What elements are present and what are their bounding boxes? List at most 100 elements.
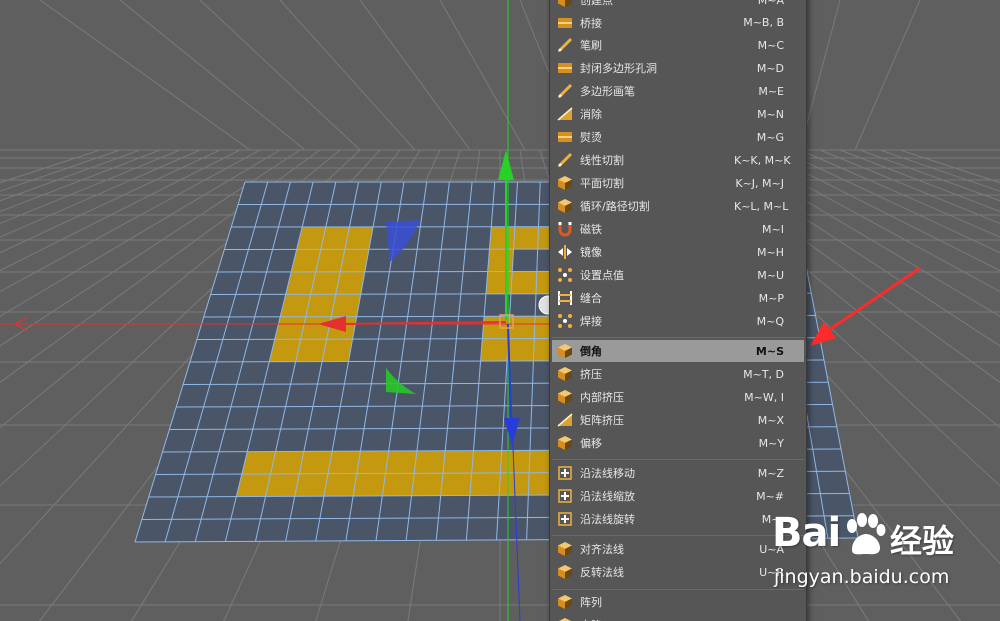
weld-icon: [556, 312, 574, 330]
menu-item-label: 磁铁: [580, 223, 602, 236]
dissolve-icon: [556, 105, 574, 123]
menu-item-label: 内部挤压: [580, 391, 624, 404]
menu-item-shortcut: M~H: [757, 245, 784, 259]
menu-item-label: 沿法线旋转: [580, 513, 635, 526]
menu-item-shortcut: M~E: [758, 84, 784, 98]
mirror-icon: [556, 243, 574, 261]
menu-item-bevel[interactable]: 倒角 M~S: [552, 340, 804, 362]
matrix-extrude-icon: [556, 411, 574, 429]
menu-separator: [552, 337, 804, 338]
align-normals-icon: [556, 540, 574, 558]
menu-separator: [552, 459, 804, 460]
menu-item-polygon-pen[interactable]: 多边形画笔 M~E: [552, 80, 804, 102]
menu-item-extrude[interactable]: 挤压 M~T, D: [552, 363, 804, 385]
menu-item-label: 克隆: [580, 617, 734, 621]
menu-item-normal-rotate[interactable]: 沿法线旋转 M~,: [552, 508, 804, 530]
menu-item-normal-move[interactable]: 沿法线移动 M~Z: [552, 462, 804, 484]
normal-rotate-icon: [556, 510, 574, 528]
iron-icon: [556, 128, 574, 146]
menu-item-array[interactable]: 阵列: [552, 591, 804, 613]
menu-item-create-point[interactable]: 创建点 M~A: [552, 0, 804, 11]
menu-item-shortcut: M~D: [756, 61, 784, 75]
menu-item-extrude-inner[interactable]: 内部挤压 M~W, I: [552, 386, 804, 408]
selected-face: [487, 249, 514, 272]
menu-item-close-polygon-hole[interactable]: 封闭多边形孔洞 M~D: [552, 57, 804, 79]
menu-item-shortcut: M~W, I: [744, 390, 784, 404]
menu-item-mirror[interactable]: 镜像 M~H: [552, 241, 804, 263]
menu-item-label: 循环/路径切割: [580, 200, 650, 213]
menu-item-shortcut: M~#: [756, 489, 784, 503]
menu-item-shortcut: M~U: [757, 268, 784, 282]
menu-item-label: 笔刷: [580, 39, 602, 52]
menu-item-shortcut: K~J, M~J: [735, 176, 784, 190]
menu-item-label: 缝合: [580, 292, 602, 305]
menu-item-clone[interactable]: 克隆: [552, 614, 804, 621]
menu-item-magnet[interactable]: 磁铁 M~I: [552, 218, 804, 240]
menu-item-label: 倒角: [580, 345, 602, 358]
menu-item-matrix-extrude[interactable]: 矩阵挤压 M~X: [552, 409, 804, 431]
extrude-icon: [556, 365, 574, 383]
menu-item-label: 线性切割: [580, 154, 624, 167]
menu-item-loop-path-cut[interactable]: 循环/路径切割 K~L, M~L: [552, 195, 804, 217]
menu-item-label: 阵列: [580, 596, 602, 609]
baidu-paw-icon: [847, 513, 886, 555]
extrude-inner-icon: [556, 388, 574, 406]
menu-item-shortcut: M~A: [757, 0, 784, 7]
create-point-icon: [556, 0, 574, 9]
normal-move-icon: [556, 464, 574, 482]
menu-item-label: 偏移: [580, 437, 602, 450]
menu-item-label: 创建点: [580, 0, 613, 7]
menu-item-stitch[interactable]: 缝合 M~P: [552, 287, 804, 309]
set-point-value-icon: [556, 266, 574, 284]
menu-item-shortcut: M~Z: [757, 466, 784, 480]
menu-item-reverse-normals[interactable]: 反转法线 U~R: [552, 561, 804, 583]
menu-item-shortcut: M~T, D: [743, 367, 784, 381]
menu-item-normal-scale[interactable]: 沿法线缩放 M~#: [552, 485, 804, 507]
menu-item-shortcut: M~N: [757, 107, 784, 121]
menu-item-shortcut: M~Y: [758, 436, 784, 450]
menu-item-label: 镜像: [580, 246, 602, 259]
menu-item-bridge[interactable]: 桥接 M~B, B: [552, 12, 804, 34]
mesh-context-menu: 创建点 M~A 桥接 M~B, B 笔刷 M~C 封闭多边形孔洞 M~D 多边形画笔 M~E 消除 M…: [549, 0, 807, 621]
menu-item-label: 熨烫: [580, 131, 602, 144]
loop-path-cut-icon: [556, 197, 574, 215]
menu-item-label: 消除: [580, 108, 602, 121]
array-icon: [556, 593, 574, 611]
menu-item-weld[interactable]: 焊接 M~Q: [552, 310, 804, 332]
menu-item-label: 矩阵挤压: [580, 414, 624, 427]
normal-scale-icon: [556, 487, 574, 505]
baidu-jingyan-watermark: Bai 经验 jingyan.baidu.com: [772, 510, 998, 618]
plane-cut-icon: [556, 174, 574, 192]
bridge-icon: [556, 14, 574, 32]
menu-item-shortcut: M~S: [755, 344, 784, 358]
menu-item-shortcut: M~P: [758, 291, 784, 305]
stitch-icon: [556, 289, 574, 307]
menu-item-dissolve[interactable]: 消除 M~N: [552, 103, 804, 125]
menu-item-label: 焊接: [580, 315, 602, 328]
menu-item-set-point-value[interactable]: 设置点值 M~U: [552, 264, 804, 286]
polygon-pen-icon: [556, 82, 574, 100]
menu-separator: [552, 535, 804, 536]
menu-item-shortcut: M~X: [757, 413, 784, 427]
close-polygon-hole-icon: [556, 59, 574, 77]
menu-item-plane-cut[interactable]: 平面切割 K~J, M~J: [552, 172, 804, 194]
menu-item-label: 设置点值: [580, 269, 624, 282]
menu-item-shortcut: K~L, M~L: [734, 199, 789, 213]
menu-item-brush[interactable]: 笔刷 M~C: [552, 34, 804, 56]
line-cut-icon: [556, 151, 574, 169]
menu-item-iron[interactable]: 熨烫 M~G: [552, 126, 804, 148]
menu-item-shortcut: M~B, B: [743, 16, 784, 29]
menu-item-shortcut: M~I: [762, 222, 784, 236]
menu-item-offset[interactable]: 偏移 M~Y: [552, 432, 804, 454]
menu-item-align-normals[interactable]: 对齐法线 U~A: [552, 538, 804, 560]
magnet-icon: [556, 220, 574, 238]
menu-item-line-cut[interactable]: 线性切割 K~K, M~K: [552, 149, 804, 171]
menu-item-label: 平面切割: [580, 177, 624, 190]
menu-item-label: 沿法线缩放: [580, 490, 635, 503]
menu-item-label: 挤压: [580, 368, 602, 381]
bevel-icon: [556, 342, 574, 360]
watermark-url: jingyan.baidu.com: [774, 566, 950, 588]
watermark-brand: Bai: [772, 510, 841, 556]
menu-item-shortcut: M~Q: [756, 314, 784, 328]
menu-item-label: 桥接: [580, 16, 602, 30]
